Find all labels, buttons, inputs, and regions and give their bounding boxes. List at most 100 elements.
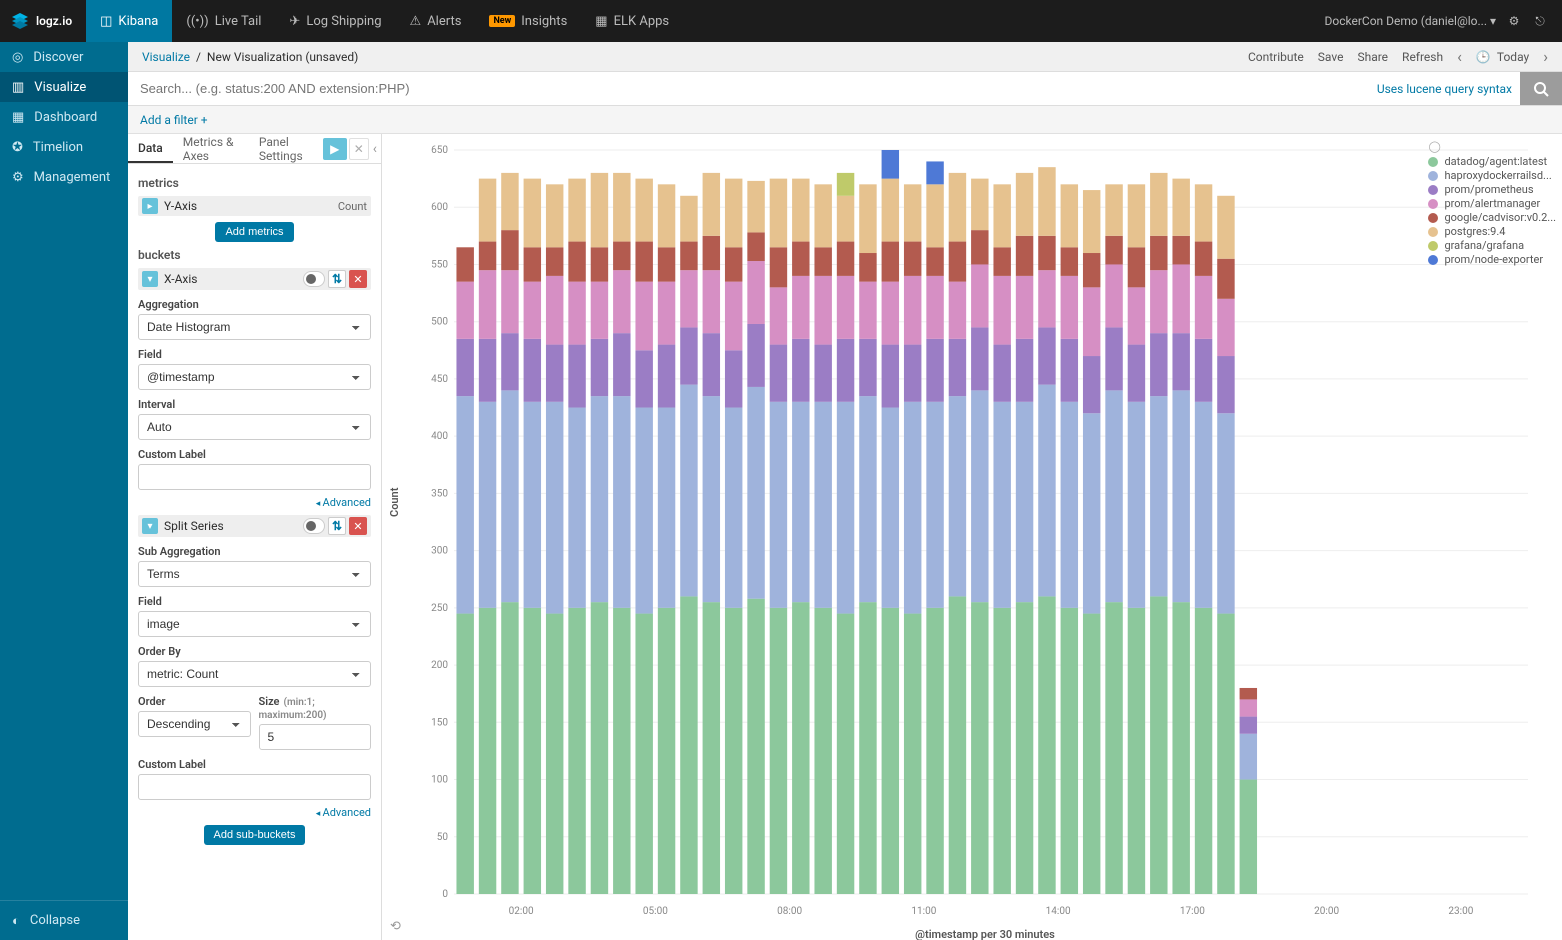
legend-item[interactable]: prom/alertmanager bbox=[1428, 197, 1556, 210]
expander-icon[interactable]: ▸ bbox=[142, 198, 158, 214]
save-button[interactable]: Save bbox=[1318, 50, 1344, 64]
sidenav-discover[interactable]: ◎Discover bbox=[0, 42, 128, 72]
timelion-icon: ✪ bbox=[12, 140, 23, 155]
reorder-handle[interactable]: ⇅ bbox=[328, 270, 346, 288]
sidenav-management[interactable]: ⚙ Management bbox=[0, 162, 128, 192]
enable-toggle[interactable] bbox=[303, 518, 325, 534]
legend-item[interactable]: datadog/agent:latest bbox=[1428, 155, 1556, 168]
logout-icon[interactable]: ⎋ bbox=[1532, 13, 1548, 29]
legend-item[interactable]: postgres:9.4 bbox=[1428, 225, 1556, 238]
orderby-select[interactable]: metric: Count bbox=[138, 661, 371, 687]
svg-text:0: 0 bbox=[442, 889, 448, 900]
legend-swatch bbox=[1428, 241, 1438, 251]
sidenav-dashboard[interactable]: ▦Dashboard bbox=[0, 102, 128, 132]
delete-button[interactable]: ✕ bbox=[349, 270, 367, 288]
nav-alerts[interactable]: ⚠Alerts bbox=[396, 0, 476, 42]
legend-item[interactable]: grafana/grafana bbox=[1428, 239, 1556, 252]
reset-zoom-icon[interactable]: ⟲ bbox=[390, 919, 401, 934]
nav-label: Kibana bbox=[118, 14, 158, 29]
timerange-picker[interactable]: 🕒Today bbox=[1476, 50, 1529, 64]
sidenav-timelion[interactable]: ✪ Timelion bbox=[0, 132, 128, 162]
row-label: Y-Axis bbox=[164, 199, 338, 213]
field-select[interactable]: @timestamp bbox=[138, 364, 371, 390]
breadcrumb-root[interactable]: Visualize bbox=[142, 50, 190, 64]
delete-button[interactable]: ✕ bbox=[349, 517, 367, 535]
tab-panel-settings[interactable]: Panel Settings bbox=[249, 134, 323, 163]
svg-text:23:00: 23:00 bbox=[1448, 906, 1473, 917]
sidenav-label: Timelion bbox=[33, 140, 83, 155]
search-icon bbox=[1533, 81, 1549, 97]
refresh-button[interactable]: Refresh bbox=[1402, 50, 1443, 64]
field-label: Aggregation bbox=[138, 298, 371, 311]
custom-label-input[interactable] bbox=[138, 464, 371, 490]
plane-icon: ✈ bbox=[289, 14, 300, 29]
search-button[interactable] bbox=[1520, 72, 1562, 105]
legend-item[interactable]: google/cadvisor:v0.2... bbox=[1428, 211, 1556, 224]
timerange-next[interactable]: › bbox=[1543, 49, 1548, 65]
add-filter[interactable]: Add a filter + bbox=[140, 113, 208, 127]
lucene-hint[interactable]: Uses lucene query syntax bbox=[1369, 72, 1520, 105]
legend-label: prom/node-exporter bbox=[1444, 253, 1543, 266]
legend-item[interactable]: prom/prometheus bbox=[1428, 183, 1556, 196]
account-picker[interactable]: DockerCon Demo (daniel@lo... ▾ bbox=[1324, 14, 1496, 28]
field-label: Order By bbox=[138, 645, 371, 658]
run-button[interactable]: ▶ bbox=[323, 138, 347, 160]
legend-item[interactable]: prom/node-exporter bbox=[1428, 253, 1556, 266]
order-select[interactable]: Descending bbox=[138, 711, 251, 737]
contribute-link[interactable]: Contribute bbox=[1248, 50, 1304, 64]
advanced-toggle[interactable]: Advanced bbox=[138, 496, 371, 509]
subagg-select[interactable]: Terms bbox=[138, 561, 371, 587]
svg-text:05:00: 05:00 bbox=[643, 906, 668, 917]
add-subbuckets-button[interactable]: Add sub-buckets bbox=[204, 825, 306, 845]
account-label: DockerCon Demo (daniel@lo... bbox=[1324, 14, 1487, 28]
expander-icon[interactable]: ▾ bbox=[142, 271, 158, 287]
svg-text:250: 250 bbox=[431, 603, 448, 614]
timerange-prev[interactable]: ‹ bbox=[1457, 49, 1462, 65]
chevron-down-icon: ▾ bbox=[1490, 14, 1496, 28]
interval-select[interactable]: Auto bbox=[138, 414, 371, 440]
bar-chart[interactable]: 0501001502002503003504004505005506006500… bbox=[418, 144, 1538, 924]
enable-toggle[interactable] bbox=[303, 271, 325, 287]
add-metrics-button[interactable]: Add metrics bbox=[215, 222, 293, 242]
gear-icon: ⚙ bbox=[12, 170, 24, 185]
field-label: Interval bbox=[138, 398, 371, 411]
expander-icon[interactable]: ▾ bbox=[142, 518, 158, 534]
size-label-text: Size bbox=[259, 695, 280, 708]
legend-label: grafana/grafana bbox=[1444, 239, 1524, 252]
size-input[interactable] bbox=[259, 724, 372, 750]
legend-item[interactable]: haproxydockerrailsd... bbox=[1428, 169, 1556, 182]
bucket-xaxis-row: ▾ X-Axis ⇅ ✕ bbox=[138, 268, 371, 290]
svg-text:600: 600 bbox=[431, 202, 448, 213]
metric-yaxis-row: ▸ Y-Axis Count bbox=[138, 196, 371, 216]
advanced-toggle[interactable]: Advanced bbox=[138, 806, 371, 819]
field-label: Field bbox=[138, 595, 371, 608]
tab-data[interactable]: Data bbox=[128, 134, 173, 163]
field2-select[interactable]: image bbox=[138, 611, 371, 637]
gear-icon[interactable]: ⚙ bbox=[1506, 13, 1522, 29]
reorder-handle[interactable]: ⇅ bbox=[328, 517, 346, 535]
custom-label2-input[interactable] bbox=[138, 774, 371, 800]
svg-text:550: 550 bbox=[431, 259, 448, 270]
legend-settings-icon[interactable]: ◯ bbox=[1428, 140, 1556, 153]
row-value: Count bbox=[338, 200, 367, 213]
nav-label: Insights bbox=[521, 14, 567, 29]
tab-metrics-axes[interactable]: Metrics & Axes bbox=[173, 134, 249, 163]
discard-button[interactable]: ✕ bbox=[349, 138, 369, 160]
collapse-panel-icon[interactable]: ‹ bbox=[373, 141, 377, 157]
aggregation-select[interactable]: Date Histogram bbox=[138, 314, 371, 340]
sidenav-visualize[interactable]: ▥Visualize bbox=[0, 72, 128, 102]
nav-elkapps[interactable]: ▦ELK Apps bbox=[581, 0, 683, 42]
share-button[interactable]: Share bbox=[1357, 50, 1388, 64]
nav-livetail[interactable]: ((•))Live Tail bbox=[172, 0, 275, 42]
sidenav-label: Management bbox=[34, 170, 111, 185]
filterbar: Add a filter + bbox=[128, 106, 1562, 134]
sidenav-collapse[interactable]: ◐Collapse bbox=[0, 900, 128, 940]
search-input[interactable] bbox=[128, 72, 1369, 105]
field-label: Sub Aggregation bbox=[138, 545, 371, 558]
legend-swatch bbox=[1428, 199, 1438, 209]
nav-kibana[interactable]: ◫Kibana bbox=[86, 0, 172, 42]
nav-insights[interactable]: NewInsights bbox=[475, 0, 581, 42]
legend-label: google/cadvisor:v0.2... bbox=[1444, 211, 1556, 224]
yaxis-label: Count bbox=[388, 488, 401, 517]
nav-logshipping[interactable]: ✈Log Shipping bbox=[275, 0, 395, 42]
